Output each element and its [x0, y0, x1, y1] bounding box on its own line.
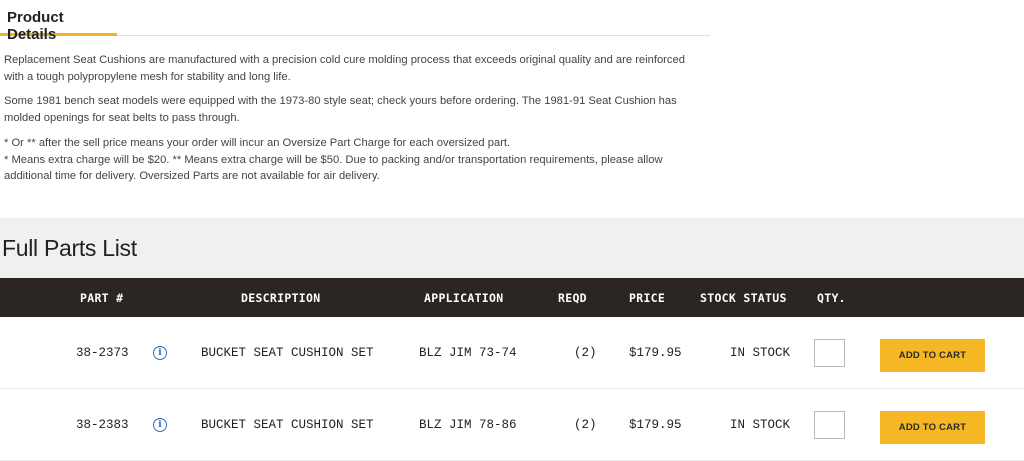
quantity-input[interactable] [814, 411, 845, 439]
column-header-application: APPLICATION [424, 291, 504, 305]
product-details-section: Product Details Replacement Seat Cushion… [0, 0, 1024, 218]
oversize-note-line: * Or ** after the sell price means your … [4, 137, 511, 149]
stock-status: IN STOCK [730, 418, 791, 432]
part-number: 38-2383 [76, 418, 129, 432]
table-row: 38-2373 i BUCKET SEAT CUSHION SET BLZ JI… [0, 317, 1024, 389]
part-description: BUCKET SEAT CUSHION SET [201, 418, 374, 432]
info-icon[interactable]: i [153, 346, 167, 360]
section-title: Full Parts List [2, 235, 137, 261]
column-header-description: DESCRIPTION [241, 291, 321, 305]
column-header-price: PRICE [629, 291, 666, 305]
part-application: BLZ JIM 73-74 [419, 346, 517, 360]
oversize-notes: * Or ** after the sell price means your … [4, 135, 704, 185]
oversize-charge-note: * Means extra charge will be $20. ** Mea… [4, 153, 663, 183]
required-quantity: (2) [574, 418, 597, 432]
info-icon[interactable]: i [153, 418, 167, 432]
part-number: 38-2373 [76, 346, 129, 360]
details-tab-bar: Product Details [0, 0, 710, 43]
part-description: BUCKET SEAT CUSHION SET [201, 346, 374, 360]
part-price: $179.95 [629, 346, 682, 360]
fitment-note-paragraph: Some 1981 bench seat models were equippe… [4, 95, 677, 124]
part-price: $179.95 [629, 418, 682, 432]
add-to-cart-button[interactable]: ADD TO CART [880, 411, 985, 444]
column-header-reqd: REQD [558, 291, 587, 305]
required-quantity: (2) [574, 346, 597, 360]
full-parts-list-section: Full Parts List PART # DESCRIPTION APPLI… [0, 218, 1024, 461]
add-to-cart-button[interactable]: ADD TO CART [880, 339, 985, 372]
quantity-input[interactable] [814, 339, 845, 367]
description-paragraph: Replacement Seat Cushions are manufactur… [4, 54, 685, 83]
part-application: BLZ JIM 78-86 [419, 418, 517, 432]
tab-product-details[interactable]: Product Details [0, 0, 117, 43]
column-header-qty: QTY. [817, 291, 846, 305]
tab-label: Product Details [7, 9, 64, 43]
column-header-part: PART # [80, 291, 124, 305]
stock-status: IN STOCK [730, 346, 791, 360]
table-row: 38-2383 i BUCKET SEAT CUSHION SET BLZ JI… [0, 389, 1024, 461]
table-header: PART # DESCRIPTION APPLICATION REQD PRIC… [0, 278, 1024, 317]
column-header-stock-status: STOCK STATUS [700, 291, 787, 305]
